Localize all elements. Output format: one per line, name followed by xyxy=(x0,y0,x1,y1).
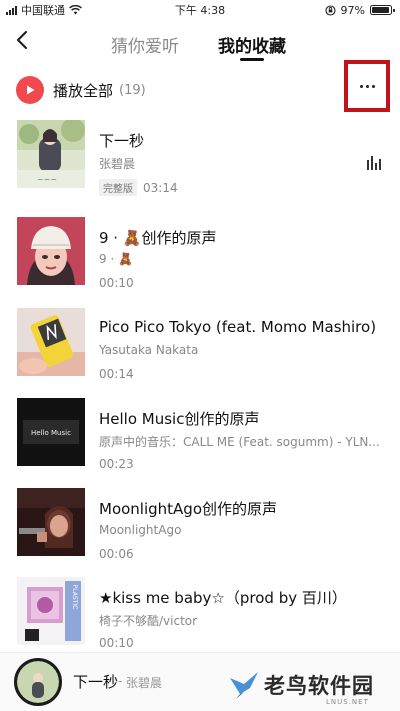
song-title: Hello Music创作的原声 xyxy=(99,410,260,428)
song-item[interactable]: ~~~ 下一秒 张碧晨 完整版 03:14 xyxy=(0,120,400,200)
hello-music-cover: Hello Music xyxy=(17,398,85,466)
now-playing-equalizer-icon xyxy=(367,156,381,170)
song-meta: 00:23 xyxy=(99,457,134,471)
play-all-label: 播放全部 xyxy=(53,81,114,100)
play-all-button[interactable]: 播放全部 (19) xyxy=(16,76,146,104)
play-all-row: 播放全部 (19) xyxy=(0,60,400,112)
song-item[interactable]: 9 · 🧸创作的原声 9 · 🧸 00:10 xyxy=(0,217,400,297)
song-artist: 张碧晨 xyxy=(99,157,136,171)
tab-my-favorites[interactable]: 我的收藏 xyxy=(218,32,286,57)
svg-text:Hello Music: Hello Music xyxy=(31,429,71,437)
top-nav: 猜你爱听 我的收藏 xyxy=(0,22,400,62)
song-item[interactable]: Pico Pico Tokyo (feat. Momo Mashiro) Yas… xyxy=(0,308,400,388)
beanie-girl-cover xyxy=(17,217,85,285)
moonlight-cover xyxy=(17,488,85,556)
bird-logo-icon xyxy=(230,672,258,699)
song-artist: MoonlightAgo xyxy=(99,523,182,537)
song-duration: 00:10 xyxy=(99,276,134,290)
svg-text:PLASTIC: PLASTIC xyxy=(71,585,78,610)
plastic-hearts-cover: PLASTIC xyxy=(17,577,85,645)
song-title: ★kiss me baby☆（prod by 百川） xyxy=(99,589,347,607)
more-dots-icon xyxy=(359,84,375,88)
tab-guess-you-like[interactable]: 猜你爱听 xyxy=(111,32,179,57)
battery-percent: 97% xyxy=(340,3,365,17)
mini-player-separator: - xyxy=(118,674,123,688)
song-count: (19) xyxy=(119,82,146,98)
chevron-left-icon xyxy=(16,30,28,50)
song-meta: 00:10 xyxy=(99,636,134,650)
song-artist: 原声中的音乐：CALL ME (Feat. sogumm) - YLN... xyxy=(99,435,380,449)
song-duration: 00:23 xyxy=(99,457,134,471)
mini-player-artist: 张碧晨 xyxy=(126,676,163,690)
back-button[interactable] xyxy=(12,28,34,52)
play-icon xyxy=(16,76,44,104)
more-options-button[interactable] xyxy=(344,60,390,112)
song-artist: 椅子不够酷/victor xyxy=(99,614,198,628)
song-item[interactable]: PLASTIC ★kiss me baby☆（prod by 百川） 椅子不够酷… xyxy=(0,577,400,657)
song-title: 9 · 🧸创作的原声 xyxy=(99,229,217,247)
song-meta: 00:10 xyxy=(99,276,134,290)
mini-player-title: 下一秒 xyxy=(73,673,119,691)
status-right: 97% xyxy=(324,3,395,17)
song-artist: 9 · 🧸 xyxy=(99,252,134,266)
svg-text:~~~: ~~~ xyxy=(37,175,57,184)
active-tab-indicator xyxy=(240,58,264,61)
song-meta: 00:14 xyxy=(99,367,134,381)
song-item[interactable]: Hello Music Hello Music创作的原声 原声中的音乐：CALL… xyxy=(0,398,400,478)
watermark: 老鸟软件园 LNUS.NET xyxy=(226,664,396,710)
song-duration: 00:06 xyxy=(99,547,134,561)
song-meta: 完整版 03:14 xyxy=(99,179,178,196)
song-item[interactable]: MoonlightAgo创作的原声 MoonlightAgo 00:06 xyxy=(0,488,400,568)
orientation-lock-icon xyxy=(324,4,336,16)
song-artist: Yasutaka Nakata xyxy=(99,343,199,357)
mini-player-cover xyxy=(14,658,62,706)
song-title: 下一秒 xyxy=(99,132,145,150)
watermark-text: 老鸟软件园 xyxy=(264,674,374,698)
song-duration: 00:10 xyxy=(99,636,134,650)
yellow-phone-cover xyxy=(17,308,85,376)
battery-icon xyxy=(370,5,395,15)
watermark-subtext: LNUS.NET xyxy=(326,698,369,706)
song-duration: 00:14 xyxy=(99,367,134,381)
girl-garden-cover: ~~~ xyxy=(17,120,85,188)
song-duration: 03:14 xyxy=(143,180,178,195)
quality-badge: 完整版 xyxy=(99,179,137,196)
song-title: MoonlightAgo创作的原声 xyxy=(99,500,278,518)
status-bar: 中国联通 下午 4:38 97% xyxy=(0,0,400,20)
song-title: Pico Pico Tokyo (feat. Momo Mashiro) xyxy=(99,318,377,336)
song-meta: 00:06 xyxy=(99,547,134,561)
